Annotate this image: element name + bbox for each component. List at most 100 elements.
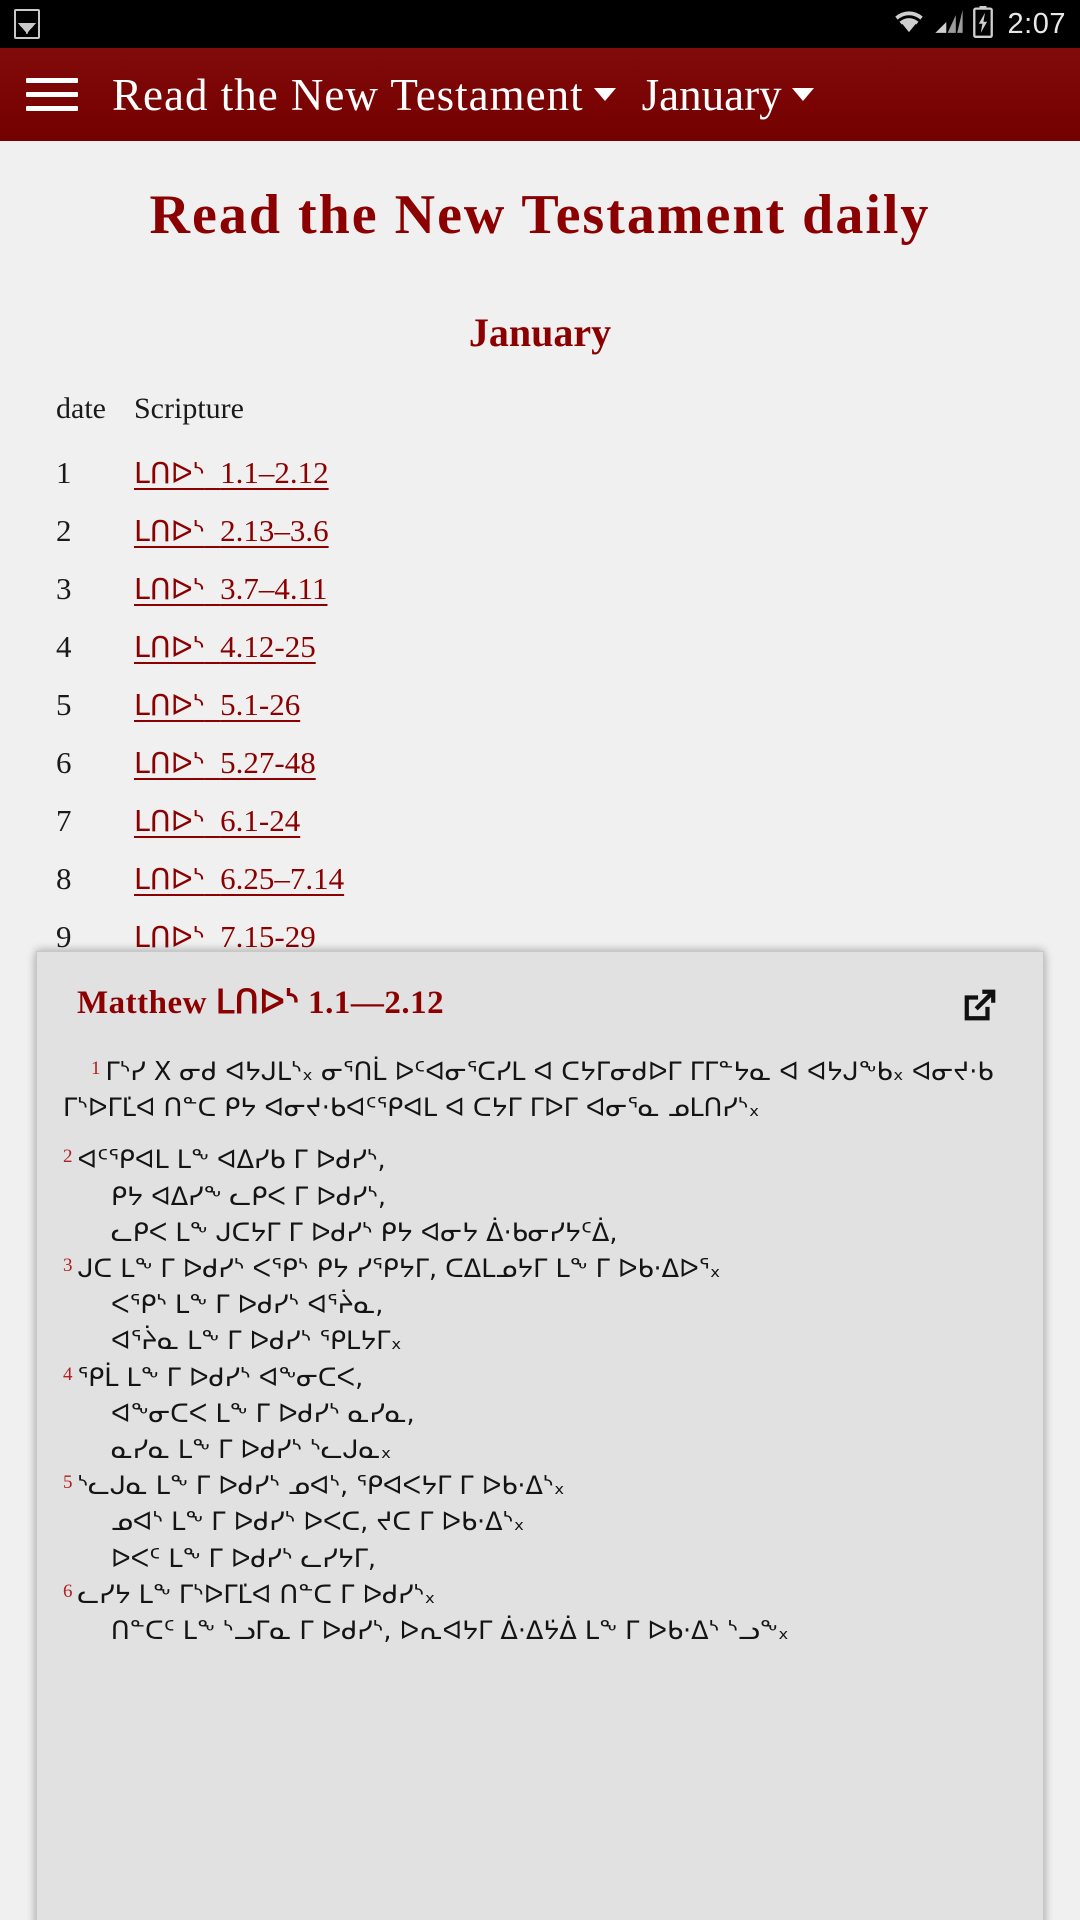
photo-icon xyxy=(14,9,40,39)
verse-text: ᐊᑦᕿᐊᒪ ᒪᖕ ᐊᐃᓯᑲ ᒥ ᐅᑯᓯᔅ, xyxy=(77,1145,386,1176)
book-name-syllabics: ᒪᑎᐅᔅ xyxy=(134,631,205,664)
verse-block: 5 ᔅᓚᒍᓇ ᒪᖕ ᒥ ᐅᑯᓯᔅ ᓄᐊᔅ, ᕿᐊᐸᔭᒥ ᒥ ᐅᑲ·ᐃᔅₓ ᓄᐊᔅ ᒪ… xyxy=(63,1468,1017,1577)
scripture-link[interactable]: ᒪᑎᐅᔅ 5.27-48 xyxy=(134,745,316,780)
verse-line: ᐊᕐᔩᓇ ᒪᖕ ᒥ ᐅᑯᓯᔅ ᕿᒪᔭᒥₓ xyxy=(111,1323,1017,1359)
scripture-link[interactable]: ᒪᑎᐅᔅ 4.12-25 xyxy=(134,629,316,664)
verse-line: ᑭᔭ ᐊᐃᓯᖕ ᓚᑭᐸ ᒥ ᐅᑯᓯᔅ, xyxy=(111,1179,1017,1215)
table-row: 2 ᒪᑎᐅᔅ 2.13–3.6 xyxy=(56,502,360,560)
scripture-link[interactable]: ᒪᑎᐅᔅ 1.1–2.12 xyxy=(134,455,329,490)
verse-text: ᑎᓐᑕᑦ ᒪᖕ ᔅᓗᒥᓇ ᒥ ᐅᑯᓯᔅ, ᐅᕆᐊᔭᒥ ᐄ·ᐃᔭ̇ᐄ ᒪᖕ ᒥ ᐅ… xyxy=(111,1616,789,1647)
verse-line: ᐊᑦᕿᐊᒪ ᐊ ᑕᔭᒥ ᒥᐅᒥ ᐊᓂᕐᓇ ᓄᒪᑎᓯᔅₓ xyxy=(346,1093,760,1123)
verse-text: ᐅᐸᑦ ᒪᖕ ᒥ ᐅᑯᓯᔅ ᓚᓯᔭᒥ, xyxy=(111,1543,377,1574)
verse-line: ᑎᓐᑕᑦ ᒪᖕ ᔅᓗᒥᓇ ᒥ ᐅᑯᓯᔅ, ᐅᕆᐊᔭᒥ ᐄ·ᐃᔭ̇ᐄ ᒪᖕ ᒥ ᐅ… xyxy=(111,1613,1017,1649)
verse-range: 4.12-25 xyxy=(220,629,316,664)
verse-block: 4 ᕿᒫ ᒪᖕ ᒥ ᐅᑯᓯᔅ ᐊᖕᓂᑕᐸ, ᐊᖕᓂᑕᐸ ᒪᖕ ᒥ ᐅᑯᓯᔅ ᓇᓯᓇ,… xyxy=(63,1360,1017,1469)
book-name-syllabics: ᒪᑎᐅᔅ xyxy=(134,457,205,490)
verse-text: ᑭᔭ ᐊᐃᓯᖕ ᓚᑭᐸ ᒥ ᐅᑯᓯᔅ, xyxy=(111,1181,387,1212)
scripture-link[interactable]: ᒪᑎᐅᔅ 6.25–7.14 xyxy=(134,861,344,896)
app-bar-title-dropdown[interactable]: Read the New Testament xyxy=(78,69,616,121)
row-scripture: ᒪᑎᐅᔅ 6.1-24 xyxy=(134,792,360,850)
row-date: 6 xyxy=(56,745,72,780)
verse-line: 5 ᔅᓚᒍᓇ ᒪᖕ ᒥ ᐅᑯᓯᔅ ᓄᐊᔅ, ᕿᐊᐸᔭᒥ ᒥ ᐅᑲ·ᐃᔅₓ xyxy=(63,1468,1017,1504)
verse-number: 4 xyxy=(63,1363,73,1385)
table-row: 5 ᒪᑎᐅᔅ 5.1-26 xyxy=(56,676,360,734)
scripture-preview-card: Matthew ᒪᑎᐅᔅ 1.1—2.12 1 ᒥᔅᓯ X ᓂᑯ ᐊᔭᒍᒪᔅₓ ᓂ… xyxy=(36,951,1044,1920)
external-link-icon[interactable] xyxy=(957,982,1003,1028)
verse-text: ᐊᖕᓂᑕᐸ ᒪᖕ ᒥ ᐅᑯᓯᔅ ᓇᓯᓇ, xyxy=(111,1398,415,1429)
verse-text: ᓇᓯᓇ ᒪᖕ ᒥ ᐅᑯᓯᔅ ᔅᓚᒍᓇₓ xyxy=(111,1435,392,1466)
scripture-link[interactable]: ᒪᑎᐅᔅ 7.15-29 xyxy=(134,919,316,954)
book-name-syllabics: ᒪᑎᐅᔅ xyxy=(134,921,205,954)
book-name-syllabics: ᒪᑎᐅᔅ xyxy=(134,515,205,548)
row-date: 1 xyxy=(56,455,72,490)
verse-range: 5.27-48 xyxy=(220,745,316,780)
verse-number: 5 xyxy=(63,1472,73,1494)
verse-number: 2 xyxy=(63,1146,73,1168)
app-bar-title: Read the New Testament xyxy=(112,69,584,120)
verse-text: ᐊᕐᔩᓇ ᒪᖕ ᒥ ᐅᑯᓯᔅ ᕿᒪᔭᒥₓ xyxy=(111,1326,402,1357)
verse-line: ᓇᓯᓇ ᒪᖕ ᒥ ᐅᑯᓯᔅ ᔅᓚᒍᓇₓ xyxy=(111,1432,1017,1468)
signal-icon xyxy=(934,8,964,41)
card-header: Matthew ᒪᑎᐅᔅ 1.1—2.12 xyxy=(63,982,1017,1028)
scripture-link[interactable]: ᒪᑎᐅᔅ 5.1-26 xyxy=(134,687,300,722)
verse-line: ᐸᕿᔅ ᒪᖕ ᒥ ᐅᑯᓯᔅ ᐊᕐᔩᓇ, xyxy=(111,1287,1017,1323)
verse-range: 1.1–2.12 xyxy=(220,455,329,490)
chevron-down-icon-title xyxy=(593,88,616,101)
verse-line: 1 ᒥᔅᓯ X ᓂᑯ ᐊᔭᒍᒪᔅₓ ᓂᕐᑎᒫ ᐅᑦᐊᓂᕐᑕᓯᒪ ᐊ ᑕᔭᒥ xyxy=(91,1057,610,1087)
table-row: 4 ᒪᑎᐅᔅ 4.12-25 xyxy=(56,618,360,676)
verse-line: ᐅᐸᑦ ᒪᖕ ᒥ ᐅᑯᓯᔅ ᓚᓯᔭᒥ, xyxy=(111,1541,1017,1577)
status-bar-left xyxy=(14,9,40,39)
verse-line: ᓄᐊᔅ ᒪᖕ ᒥ ᐅᑯᓯᔅ ᐅᐸᑕ, ᔪᑕ ᒥ ᐅᑲ·ᐃᔅₓ xyxy=(111,1504,1017,1540)
card-body: 1 ᒥᔅᓯ X ᓂᑯ ᐊᔭᒍᒪᔅₓ ᓂᕐᑎᒫ ᐅᑦᐊᓂᕐᑕᓯᒪ ᐊ ᑕᔭᒥᓂᑯᐅᒥ… xyxy=(63,1054,1017,1649)
verse-number: 6 xyxy=(63,1580,73,1602)
verse-range: 7.15-29 xyxy=(220,919,316,954)
verse-block: 6 ᓚᓯᔭ ᒪᖕ ᒥᔅᐅᒥᒪ̇ᐊ ᑎᓐᑕ ᒥ ᐅᑯᓯᔅₓ ᑎᓐᑕᑦ ᒪᖕ ᔅᓗᒥᓇ … xyxy=(63,1577,1017,1649)
app-bar-month-dropdown[interactable]: January xyxy=(616,69,814,121)
scripture-link[interactable]: ᒪᑎᐅᔅ 6.1-24 xyxy=(134,803,300,838)
row-scripture: ᒪᑎᐅᔅ 3.7–4.11 xyxy=(134,560,360,618)
verse-line: ᐊᖕᓂᑕᐸ ᒪᖕ ᒥ ᐅᑯᓯᔅ ᓇᓯᓇ, xyxy=(111,1396,1017,1432)
verse-range: 3.7–4.11 xyxy=(220,571,328,606)
row-date: 4 xyxy=(56,629,72,664)
book-name-syllabics: ᒪᑎᐅᔅ xyxy=(134,747,205,780)
verse-text: ᓄᐊᔅ ᒪᖕ ᒥ ᐅᑯᓯᔅ ᐅᐸᑕ, ᔪᑕ ᒥ ᐅᑲ·ᐃᔅₓ xyxy=(111,1507,525,1538)
app-bar: Read the New Testament January xyxy=(0,48,1080,141)
table-row: 6 ᒪᑎᐅᔅ 5.27-48 xyxy=(56,734,360,792)
table-row: 8 ᒪᑎᐅᔅ 6.25–7.14 xyxy=(56,850,360,908)
hamburger-icon[interactable] xyxy=(26,75,78,115)
row-date: 5 xyxy=(56,687,72,722)
wifi-icon xyxy=(892,8,926,41)
verse-line: 4 ᕿᒫ ᒪᖕ ᒥ ᐅᑯᓯᔅ ᐊᖕᓂᑕᐸ, xyxy=(63,1360,1017,1396)
row-date: 8 xyxy=(56,861,72,896)
verse-line: 6 ᓚᓯᔭ ᒪᖕ ᒥᔅᐅᒥᒪ̇ᐊ ᑎᓐᑕ ᒥ ᐅᑯᓯᔅₓ xyxy=(63,1577,1017,1613)
page-content: Read the New Testament daily January dat… xyxy=(0,141,1080,1920)
row-scripture: ᒪᑎᐅᔅ 4.12-25 xyxy=(134,618,360,676)
verse-text: ᕿᒫ ᒪᖕ ᒥ ᐅᑯᓯᔅ ᐊᖕᓂᑕᐸ, xyxy=(77,1362,364,1393)
book-name-syllabics: ᒪᑎᐅᔅ xyxy=(134,689,205,722)
row-scripture: ᒪᑎᐅᔅ 6.25–7.14 xyxy=(134,850,360,908)
verse-block: 1 ᒥᔅᓯ X ᓂᑯ ᐊᔭᒍᒪᔅₓ ᓂᕐᑎᒫ ᐅᑦᐊᓂᕐᑕᓯᒪ ᐊ ᑕᔭᒥᓂᑯᐅᒥ… xyxy=(63,1054,1017,1126)
verse-text: ᒍᑕ ᒪᖕ ᒥ ᐅᑯᓯᔅ ᐸᕿᔅ ᑭᔭ ᓯᕿᔭᒥ, ᑕᐃᒪᓄᔭᒥ ᒪᖕ ᒥ ᐅᑲ… xyxy=(77,1254,721,1285)
month-heading: January xyxy=(468,310,612,355)
verse-text: ᒥᔅᓯ X ᓂᑯ ᐊᔭᒍᒪᔅₓ ᓂᕐᑎᒫ ᐅᑦᐊᓂᕐᑕᓯᒪ ᐊ ᑕᔭᒥ xyxy=(105,1057,611,1087)
table-row: 7 ᒪᑎᐅᔅ 6.1-24 xyxy=(56,792,360,850)
column-header-scripture: Scripture xyxy=(134,392,244,425)
verse-text: ᔅᓚᒍᓇ ᒪᖕ ᒥ ᐅᑯᓯᔅ ᓄᐊᔅ, ᕿᐊᐸᔭᒥ ᒥ ᐅᑲ·ᐃᔅₓ xyxy=(77,1471,565,1502)
row-scripture: ᒪᑎᐅᔅ 5.27-48 xyxy=(134,734,360,792)
verse-text: ᓚᓯᔭ ᒪᖕ ᒥᔅᐅᒥᒪ̇ᐊ ᑎᓐᑕ ᒥ ᐅᑯᓯᔅₓ xyxy=(77,1579,436,1610)
row-date: 2 xyxy=(56,513,72,548)
verse-text: ᐸᕿᔅ ᒪᖕ ᒥ ᐅᑯᓯᔅ ᐊᕐᔩᓇ, xyxy=(111,1290,384,1321)
scripture-link[interactable]: ᒪᑎᐅᔅ 3.7–4.11 xyxy=(134,571,327,606)
page-title: Read the New Testament daily xyxy=(149,184,931,246)
table-row: 3 ᒪᑎᐅᔅ 3.7–4.11 xyxy=(56,560,360,618)
battery-charging-icon xyxy=(972,5,994,43)
verse-line: ᓚᑭᐸ ᒪᖕ ᒍᑕᔭᒥ ᒥ ᐅᑯᓯᔅ ᑭᔭ ᐊᓂᔭ ᐄ·ᑲᓂᓯᔭᑦᐄ, xyxy=(111,1215,1017,1251)
scripture-link[interactable]: ᒪᑎᐅᔅ 2.13–3.6 xyxy=(134,513,329,548)
verse-block: 3 ᒍᑕ ᒪᖕ ᒥ ᐅᑯᓯᔅ ᐸᕿᔅ ᑭᔭ ᓯᕿᔭᒥ, ᑕᐃᒪᓄᔭᒥ ᒪᖕ ᒥ ᐅ… xyxy=(63,1251,1017,1360)
row-scripture: ᒪᑎᐅᔅ 1.1–2.12 xyxy=(134,444,360,502)
verse-block: 2 ᐊᑦᕿᐊᒪ ᒪᖕ ᐊᐃᓯᑲ ᒥ ᐅᑯᓯᔅ, ᑭᔭ ᐊᐃᓯᖕ ᓚᑭᐸ ᒥ ᐅᑯᓯᔅ… xyxy=(63,1142,1017,1251)
row-scripture: ᒪᑎᐅᔅ 2.13–3.6 xyxy=(134,502,360,560)
verse-text: ᓚᑭᐸ ᒪᖕ ᒍᑕᔭᒥ ᒥ ᐅᑯᓯᔅ ᑭᔭ ᐊᓂᔭ ᐄ·ᑲᓂᓯᔭᑦᐄ, xyxy=(111,1217,618,1248)
verse-range: 6.25–7.14 xyxy=(220,861,345,896)
verse-range: 2.13–3.6 xyxy=(220,513,329,548)
